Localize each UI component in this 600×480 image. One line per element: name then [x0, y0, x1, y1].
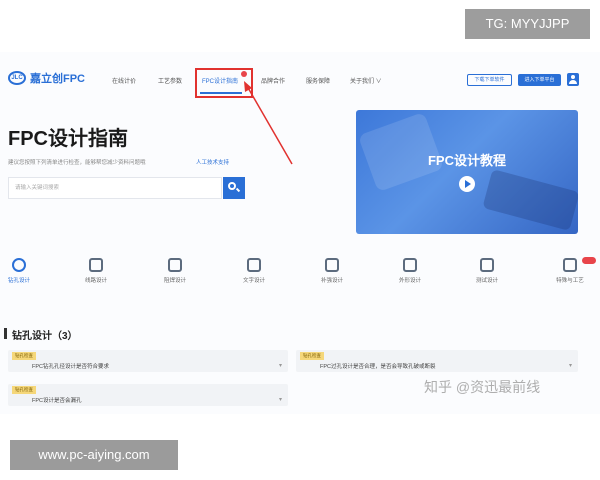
- play-icon[interactable]: [459, 176, 475, 192]
- category-circuit[interactable]: 线路设计: [71, 258, 121, 284]
- checklist-item-text: FPC钻孔孔径设计是否符合要求: [32, 364, 110, 370]
- page-subtitle: 建议您按照下列清单进行检查，能够帮您减少资料问题哦: [8, 160, 146, 166]
- section-marker: [4, 328, 7, 339]
- category-drill[interactable]: 钻孔设计: [0, 258, 44, 284]
- check-tag: 钻孔检查: [12, 352, 36, 360]
- chevron-down-icon: ▾: [278, 363, 282, 369]
- video-tutorial-card[interactable]: FPC设计教程: [356, 110, 578, 234]
- special-process-icon: [563, 258, 577, 272]
- checklist-item-text: FPC过孔设计是否合理，是否会导致孔破或断裂: [320, 364, 436, 370]
- category-label: 补强设计: [320, 278, 343, 284]
- category-label: 测试设计: [475, 278, 498, 284]
- checklist-item[interactable]: 钻孔检查 FPC设计是否会漏孔 ▾: [8, 384, 288, 406]
- section-title: 钻孔设计（3）: [12, 331, 78, 342]
- category-label: 阻焊设计: [163, 278, 186, 284]
- video-title: FPC设计教程: [427, 153, 506, 168]
- category-label: 特殊与工艺: [556, 278, 584, 284]
- stiffener-icon: [325, 258, 339, 272]
- zhihu-watermark: 知乎 @资迅最前线: [424, 379, 541, 395]
- category-outline[interactable]: 外形设计: [385, 258, 435, 284]
- outline-icon: [403, 258, 417, 272]
- category-stiffener[interactable]: 补强设计: [307, 258, 357, 284]
- search-button[interactable]: [223, 177, 245, 199]
- category-label: 钻孔设计: [7, 278, 30, 284]
- category-text[interactable]: 文字设计: [229, 258, 279, 284]
- search-input[interactable]: 请输入关键词搜索: [8, 177, 222, 199]
- category-test[interactable]: 测试设计: [462, 258, 512, 284]
- chevron-down-icon: ▾: [568, 363, 572, 369]
- category-solder-mask[interactable]: 阻焊设计: [150, 258, 200, 284]
- check-tag: 钻孔检查: [12, 386, 36, 394]
- test-icon: [480, 258, 494, 272]
- tech-support-link[interactable]: 人工技术支持: [196, 158, 229, 166]
- screenshot-frame: JLC 嘉立创FPC 在线计价 工艺参数 FPC设计指南 品牌合作 服务保障 关…: [0, 52, 600, 414]
- solder-mask-icon: [168, 258, 182, 272]
- category-label: 外形设计: [398, 278, 421, 284]
- video-thumbnail-decoration: [482, 169, 578, 231]
- text-icon: [247, 258, 261, 272]
- drill-icon: [12, 258, 26, 272]
- category-label: 文字设计: [242, 278, 265, 284]
- site-watermark: www.pc-aiying.com: [10, 440, 178, 470]
- checklist-item[interactable]: 钻孔检查 FPC过孔设计是否合理，是否会导致孔破或断裂 ▾: [296, 350, 578, 372]
- checklist-item[interactable]: 钻孔检查 FPC钻孔孔径设计是否符合要求 ▾: [8, 350, 288, 372]
- chevron-down-icon: ▾: [278, 397, 282, 403]
- checklist-item-text: FPC设计是否会漏孔: [32, 398, 82, 404]
- circuit-icon: [89, 258, 103, 272]
- tg-watermark: TG: MYYJJPP: [465, 9, 590, 39]
- check-tag: 钻孔检查: [300, 352, 324, 360]
- category-label: 线路设计: [84, 278, 107, 284]
- hot-badge: [582, 257, 596, 264]
- page-title: FPC设计指南: [8, 128, 128, 150]
